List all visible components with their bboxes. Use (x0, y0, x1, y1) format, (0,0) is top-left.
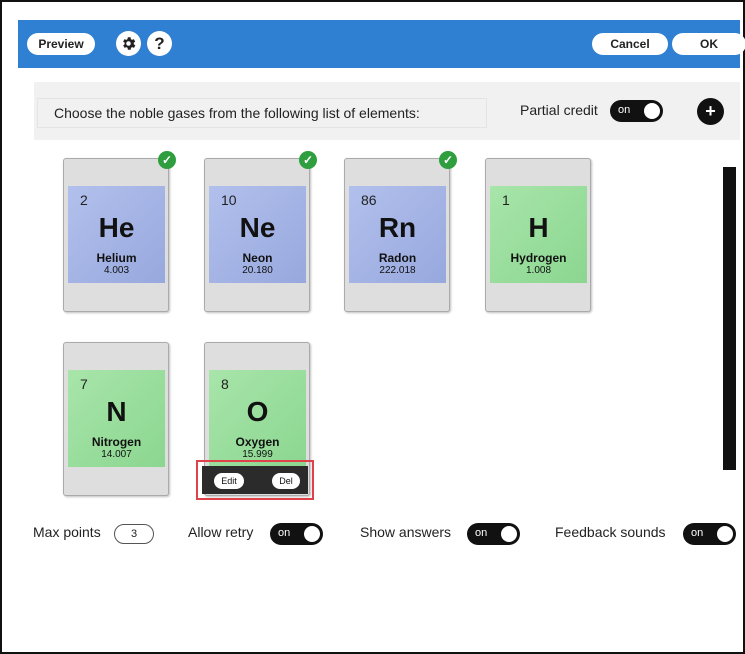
element-symbol: O (246, 396, 269, 427)
check-icon: ✓ (439, 151, 457, 169)
atomic-number: 2 (80, 192, 88, 208)
show-answers-label: Show answers (360, 524, 452, 540)
element-card-neon[interactable]: 10 Ne Neon 20.180 ✓ (204, 151, 317, 312)
atomic-number: 86 (361, 192, 377, 208)
card-toolbar-body: Edit Del (202, 466, 308, 494)
element-tile: 2 He Helium 4.003 (68, 186, 165, 283)
toggle-state-label: on (475, 527, 488, 539)
element-card-helium[interactable]: 2 He Helium 4.003 ✓ (63, 151, 176, 312)
toggle-knob (304, 526, 320, 542)
ok-button[interactable]: OK (672, 33, 745, 55)
max-points-label: Max points (33, 524, 101, 540)
element-symbol: N (106, 396, 127, 427)
atomic-mass: 4.003 (103, 265, 130, 276)
atomic-mass: 15.999 (242, 449, 273, 460)
scrollbar[interactable] (723, 167, 736, 470)
allow-retry-toggle[interactable]: on (270, 523, 323, 545)
add-item-button[interactable]: + (697, 98, 724, 125)
atomic-mass: 14.007 (101, 449, 132, 460)
element-symbol: Rn (378, 212, 417, 243)
preview-button[interactable]: Preview (27, 33, 95, 55)
show-answers-toggle[interactable]: on (467, 523, 520, 545)
partial-credit-label: Partial credit (520, 102, 598, 118)
cancel-button[interactable]: Cancel (592, 33, 668, 55)
check-icon: ✓ (299, 151, 317, 169)
question-prompt[interactable]: Choose the noble gases from the followin… (37, 98, 487, 128)
element-name: Oxygen (235, 435, 280, 449)
element-name: Neon (242, 251, 273, 265)
element-symbol: He (98, 212, 135, 243)
element-tile: 10 Ne Neon 20.180 (209, 186, 306, 283)
check-icon: ✓ (158, 151, 176, 169)
card-edit-toolbar: Edit Del (196, 460, 314, 500)
atomic-number: 10 (221, 192, 237, 208)
atomic-number: 8 (221, 376, 229, 392)
feedback-sounds-label: Feedback sounds (555, 524, 666, 540)
toggle-knob (644, 103, 660, 119)
element-name: Radon (378, 251, 417, 265)
toggle-knob (717, 526, 733, 542)
element-name: Nitrogen (91, 435, 142, 449)
atomic-mass: 1.008 (525, 265, 552, 276)
element-card-nitrogen[interactable]: 7 N Nitrogen 14.007 (63, 342, 169, 496)
allow-retry-label: Allow retry (188, 524, 254, 540)
atomic-mass: 222.018 (379, 265, 416, 276)
element-symbol: Ne (239, 212, 276, 243)
element-symbol: H (528, 212, 549, 243)
atomic-number: 7 (80, 376, 88, 392)
top-toolbar: Preview ? Cancel OK (18, 20, 745, 68)
max-points-input[interactable]: 3 (114, 524, 154, 544)
element-tile: 86 Rn Radon 222.018 (349, 186, 446, 283)
element-tile: 1 H Hydrogen 1.008 (490, 186, 587, 283)
element-card-radon[interactable]: 86 Rn Radon 222.018 ✓ (344, 151, 457, 312)
toggle-state-label: on (278, 527, 291, 539)
toggle-knob (501, 526, 517, 542)
atomic-number: 1 (502, 192, 510, 208)
partial-credit-toggle[interactable]: on (610, 100, 663, 122)
atomic-mass: 20.180 (242, 265, 273, 276)
element-name: Helium (96, 251, 137, 265)
toggle-state-label: on (618, 104, 631, 116)
element-tile: 7 N Nitrogen 14.007 (68, 370, 165, 467)
gear-icon[interactable] (116, 31, 141, 56)
feedback-sounds-toggle[interactable]: on (683, 523, 736, 545)
help-icon[interactable]: ? (147, 31, 172, 56)
element-tile: 8 O Oxygen 15.999 (209, 370, 306, 467)
edit-card-button[interactable]: Edit (214, 473, 244, 489)
element-name: Hydrogen (510, 251, 567, 265)
delete-card-button[interactable]: Del (272, 473, 300, 489)
element-card-hydrogen[interactable]: 1 H Hydrogen 1.008 (485, 158, 591, 312)
toggle-state-label: on (691, 527, 704, 539)
